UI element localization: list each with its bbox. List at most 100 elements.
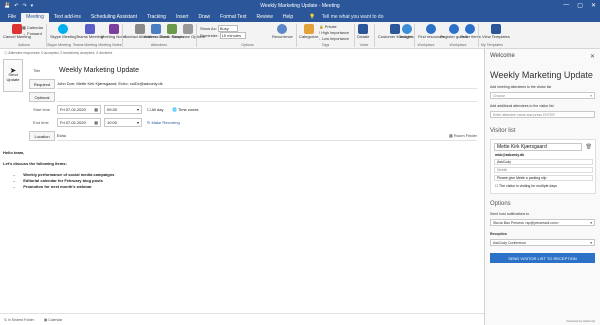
customer-manager-icon: [390, 24, 401, 34]
skype-meeting-button[interactable]: Skype Meeting: [50, 24, 76, 40]
location-value: Echo: [57, 133, 67, 138]
categorize-button[interactable]: Categorize: [299, 24, 318, 40]
insights-button[interactable]: Insights: [400, 24, 414, 40]
start-date-value: Fri 07.02.2020: [60, 107, 86, 112]
pane-header: Welcome: [490, 53, 515, 59]
visitor-company-input[interactable]: AskCody: [494, 159, 593, 165]
title-input[interactable]: Weekly Marketing Update: [59, 67, 139, 74]
response-notice: ⓘ Attendee responses: 0 accepted, 0 tent…: [0, 51, 484, 58]
group-workplace-1: Workplace: [417, 43, 435, 47]
add-visitor-label: Add meeting attendees to the visitor lis…: [490, 85, 552, 89]
visitor-email: mkk@adconly.dk: [495, 153, 525, 157]
tab-text-addins[interactable]: Text add-ins: [49, 13, 86, 22]
trash-icon[interactable]: 🗑: [586, 144, 592, 150]
add-visitor-placeholder: Choose: [493, 93, 506, 98]
high-label: High Importance: [321, 31, 349, 35]
end-time-input[interactable]: 10:00 ▾: [104, 118, 142, 127]
optional-button[interactable]: Optional: [29, 92, 55, 102]
show-as-label: Show As:: [200, 26, 217, 31]
microphone-icon: [358, 24, 369, 34]
close-window-icon[interactable]: ✕: [591, 2, 596, 9]
pane-title: Weekly Marketing Update: [490, 70, 593, 80]
powered-by: Powered by AskCody: [566, 319, 595, 323]
show-as-select[interactable]: Busy: [217, 25, 238, 32]
add-extra-label: Add additional attendees to the visitor …: [490, 104, 554, 108]
start-date-input[interactable]: Fri 07.02.2020 ▦: [57, 105, 101, 114]
minimize-icon[interactable]: —: [563, 2, 569, 9]
time-zones-label: Time zones: [178, 107, 199, 112]
reception-select[interactable]: AskCody Conference ▾: [490, 239, 595, 246]
tab-scheduling[interactable]: Scheduling Assistant: [86, 13, 142, 22]
register-guests-icon: [448, 24, 459, 34]
forward-button[interactable]: → Forward: [22, 31, 43, 37]
low-importance-button[interactable]: ↓ Low Importance: [319, 36, 349, 42]
add-extra-input[interactable]: Enter attendee name and press ENTER: [490, 111, 595, 118]
time-zones-button[interactable]: 🌐 Time zones: [172, 107, 199, 112]
group-workplace-2: Workplace: [449, 43, 467, 47]
calendar-icon: ▦: [94, 107, 98, 112]
calendar-folder[interactable]: ▦ Calendar: [44, 318, 63, 322]
separator: [196, 24, 197, 47]
reminder-select[interactable]: 15 minutes: [219, 32, 247, 39]
templates-icon: [490, 24, 501, 34]
end-date-input[interactable]: Fri 07.02.2020 ▦: [57, 118, 101, 127]
reminder-row: Reminder: 15 minutes: [200, 32, 268, 39]
tab-help[interactable]: Help: [278, 13, 298, 22]
ribbon: Cancel Meeting ▦ Calendar → Forward Acti…: [0, 22, 600, 49]
make-recurring-link[interactable]: ↻ Make Recurring: [147, 120, 180, 125]
tab-tracking[interactable]: Tracking: [142, 13, 171, 22]
required-button[interactable]: Required: [29, 79, 55, 89]
required-input[interactable]: John Doe; Mette Kirk Kjærsgaard; Echo; c…: [57, 79, 477, 89]
low-label: Low Importance: [321, 37, 349, 41]
tab-meeting[interactable]: Meeting: [21, 13, 49, 22]
cancel-icon: [11, 24, 22, 34]
recurrence-button[interactable]: Recurrence: [272, 24, 293, 40]
tab-draw[interactable]: Draw: [193, 13, 215, 22]
tab-format-text[interactable]: Format Text: [215, 13, 251, 22]
tab-review[interactable]: Review: [251, 13, 277, 22]
response-notice-text: Attendee responses: 0 accepted, 0 tentat…: [8, 51, 114, 55]
group-notes: Meeting Notes: [98, 43, 122, 47]
location-input[interactable]: Echo ▦ Room Finder: [57, 131, 477, 141]
send-update-button[interactable]: ➤ Send Update: [3, 59, 23, 92]
window-controls: — ▢ ✕: [563, 2, 596, 9]
insights-label: Insights: [400, 34, 414, 39]
notif-label: Send host notifications to: [490, 212, 530, 216]
find-resources-icon: [426, 24, 437, 34]
skype-label: Skype Meeting: [50, 34, 77, 39]
optional-input[interactable]: [57, 92, 477, 102]
addin-pane: Welcome ✕ Weekly Marketing Update Add me…: [484, 49, 600, 325]
location-button[interactable]: Location: [29, 131, 55, 141]
notif-select[interactable]: Stuvia Bao Preuess <sp@preuessdi.com> ▾: [490, 219, 595, 226]
send-label: Send Update: [6, 72, 20, 82]
visitor-note-input[interactable]: Please give Mette a parking slip: [494, 175, 593, 181]
add-visitor-select[interactable]: Choose ▾: [490, 92, 595, 99]
close-icon[interactable]: ✕: [590, 53, 595, 60]
maximize-icon[interactable]: ▢: [577, 2, 583, 9]
make-recurring-label: Make Recurring: [151, 120, 180, 125]
view-templates-button[interactable]: View Templates: [482, 24, 510, 40]
all-day-checkbox[interactable]: ☐ All day: [147, 107, 164, 112]
start-time-label: Start time: [33, 107, 51, 112]
list-item: Promotion for next month's webinar: [13, 184, 473, 190]
teams-meeting-button[interactable]: Teams Meeting: [76, 24, 103, 40]
notes-icon: [108, 24, 119, 34]
tab-file[interactable]: File: [3, 13, 21, 22]
send-visitor-list-button[interactable]: SEND VISITOR LIST TO RECEPTION: [490, 253, 595, 263]
separator: [296, 24, 297, 47]
chevron-down-icon: ▾: [136, 120, 139, 125]
chevron-down-icon: ▾: [590, 220, 592, 225]
start-time-input[interactable]: 09:30 ▾: [104, 105, 142, 114]
room-finder-button[interactable]: ▦ Room Finder: [449, 133, 477, 138]
visitor-mobile-input[interactable]: Mobile: [494, 167, 593, 173]
tab-insert[interactable]: Insert: [171, 13, 194, 22]
message-body[interactable]: Hello team, Let's discuss the following …: [3, 150, 473, 190]
group-teams: Teams Meeting: [72, 43, 98, 47]
visitor-name-input[interactable]: Mette Kirk Kjærsgaard: [494, 143, 582, 151]
title-bar: 💾 ↶ ↷ ▾ Weekly Marketing Update - Meetin…: [0, 0, 600, 12]
multi-day-checkbox[interactable]: ☐ The visitor is visiting for multiple d…: [495, 184, 557, 188]
separator: [122, 24, 123, 47]
end-date-value: Fri 07.02.2020: [60, 120, 86, 125]
dictate-button[interactable]: Dictate: [357, 24, 369, 40]
tell-me-box[interactable]: 💡 Tell me what you want to do: [304, 13, 393, 22]
